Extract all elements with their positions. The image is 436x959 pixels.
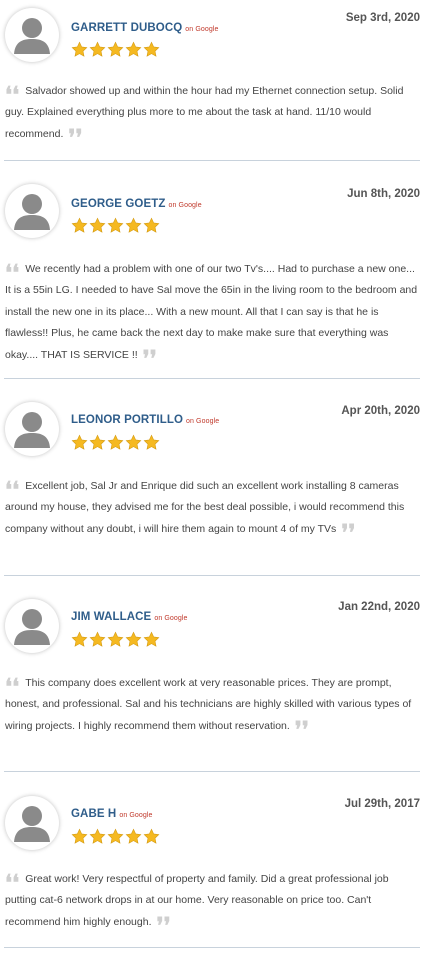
star-icon [143,434,160,450]
review-source: on Google [119,812,153,819]
close-quote-icon: ❜❜ [68,124,83,151]
star-icon [89,828,106,844]
review-body: Great work! Very respectful of property … [5,873,389,928]
avatar-icon [5,8,59,62]
review-source: on Google [154,615,188,622]
open-quote-icon: ❛❛ [5,260,20,286]
rating-stars [71,434,161,454]
review-text: ❛❛ Salvador showed up and within the hour… [5,81,420,151]
star-icon [71,217,88,233]
avatar-icon [5,599,59,653]
review-divider [4,771,420,772]
avatar-icon [5,402,59,456]
reviewer-name: LEONOR PORTILLO on Google [71,414,219,426]
rating-stars [71,41,161,61]
review-source: on Google [168,202,202,209]
review-card: GEORGE GOETZ on Google Jun 8th, 2020 ❛❛ We… [0,174,436,379]
star-icon [125,828,142,844]
review-body: This company does excellent work at very… [5,677,412,732]
reviewer-name: GEORGE GOETZ on Google [71,198,202,210]
review-divider [4,160,420,161]
reviewer-name-text: GEORGE GOETZ [71,198,166,210]
open-quote-icon: ❛❛ [5,674,20,700]
review-date: Apr 20th, 2020 [341,405,420,417]
review-divider [4,378,420,379]
star-icon [143,828,160,844]
review-text: ❛❛ This company does excellent work at ve… [5,673,420,743]
review-divider [4,947,420,948]
review-date: Jun 8th, 2020 [347,188,420,200]
review-divider [4,575,420,576]
review-body: Salvador showed up and within the hour h… [5,85,404,140]
review-body: We recently had a problem with one of ou… [5,263,418,361]
avatar-icon [5,796,59,850]
star-icon [125,217,142,233]
review-text: ❛❛ Great work! Very respectful of propert… [5,869,420,939]
avatar-icon [5,184,59,238]
reviewer-name-text: GARRETT DUBOCQ [71,22,183,34]
reviewer-name-text: GABE H [71,808,117,820]
reviewer-name: GABE Hon Google [71,808,153,820]
review-card: GARRETT DUBOCQ on Google Sep 3rd, 2020 ❛❛… [0,0,436,161]
review-card: GABE Hon Google Jul 29th, 2017 ❛❛ Great w… [0,786,436,949]
review-source: on Google [186,418,220,425]
star-icon [107,631,124,647]
star-icon [89,217,106,233]
star-icon [71,41,88,57]
star-icon [125,41,142,57]
rating-stars [71,217,161,237]
reviewer-name: JIM WALLACE on Google [71,611,188,623]
review-date: Jan 22nd, 2020 [338,601,420,613]
review-source: on Google [185,26,219,33]
star-icon [125,434,142,450]
star-icon [71,631,88,647]
rating-stars [71,631,161,651]
review-date: Jul 29th, 2017 [344,798,420,810]
close-quote-icon: ❜❜ [156,912,171,939]
star-icon [89,434,106,450]
close-quote-icon: ❜❜ [294,716,309,743]
review-text: ❛❛ We recently had a problem with one of … [5,259,420,372]
star-icon [71,434,88,450]
review-card: JIM WALLACE on Google Jan 22nd, 2020 ❛❛ Th… [0,589,436,772]
star-icon [143,217,160,233]
star-icon [107,41,124,57]
reviewer-name-text: JIM WALLACE [71,611,152,623]
reviewer-name: GARRETT DUBOCQ on Google [71,22,219,34]
review-card: LEONOR PORTILLO on Google Apr 20th, 2020 … [0,392,436,576]
star-icon [143,41,160,57]
star-icon [125,631,142,647]
review-date: Sep 3rd, 2020 [345,12,420,24]
open-quote-icon: ❛❛ [5,82,20,108]
reviewer-name-text: LEONOR PORTILLO [71,414,184,426]
open-quote-icon: ❛❛ [5,477,20,503]
star-icon [107,217,124,233]
close-quote-icon: ❜❜ [142,345,157,372]
review-text: ❛❛ Excellent job, Sal Jr and Enrique did … [5,476,420,546]
star-icon [107,828,124,844]
star-icon [89,41,106,57]
star-icon [143,631,160,647]
star-icon [89,631,106,647]
rating-stars [71,828,161,848]
open-quote-icon: ❛❛ [5,870,20,896]
star-icon [107,434,124,450]
star-icon [71,828,88,844]
close-quote-icon: ❜❜ [341,519,356,546]
